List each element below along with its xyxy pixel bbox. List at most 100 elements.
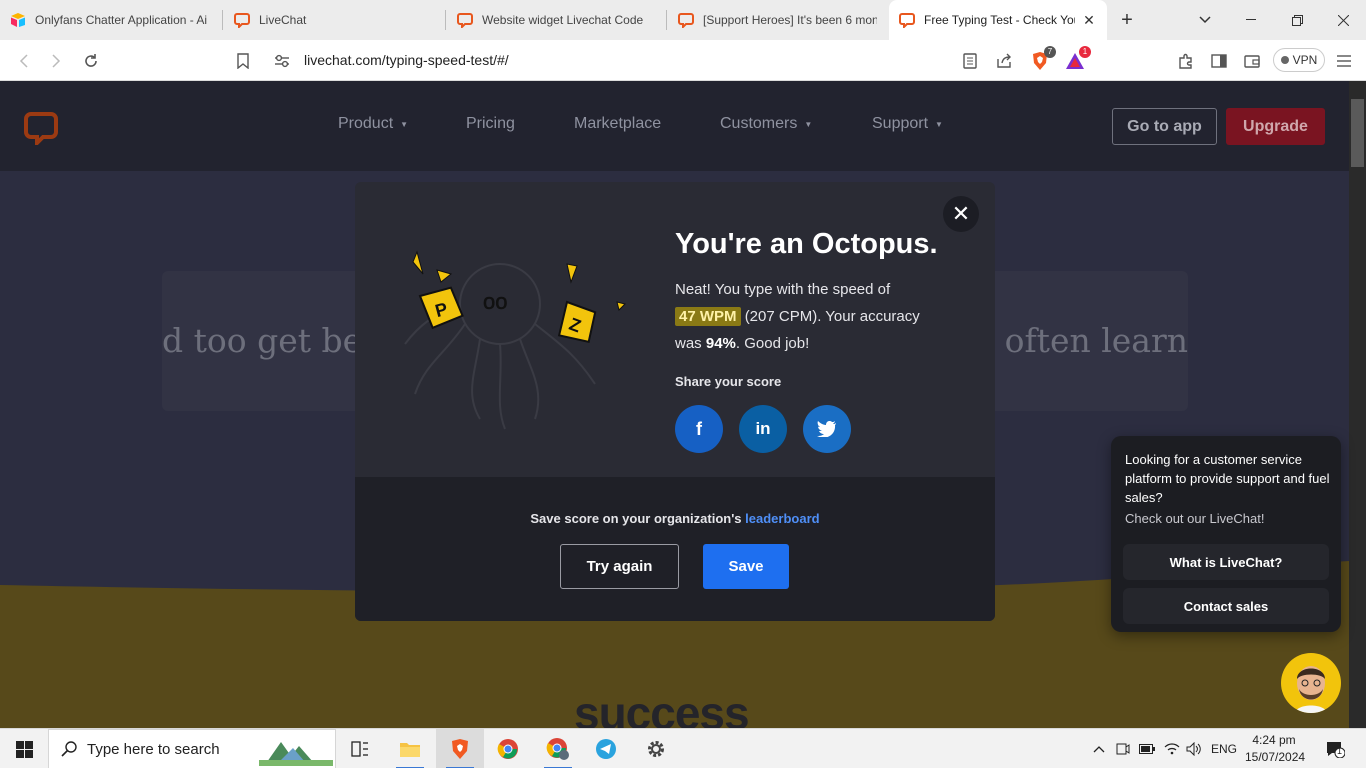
nav-label: Marketplace <box>574 115 662 132</box>
taskbar-search-box[interactable]: Type here to search <box>48 729 336 768</box>
language-indicator[interactable]: ENG <box>1208 729 1240 768</box>
meet-now-icon[interactable] <box>1113 729 1133 768</box>
extensions-icon[interactable] <box>1175 50 1197 72</box>
twitter-icon <box>817 421 836 437</box>
vpn-label: VPN <box>1292 53 1318 67</box>
bookmark-icon[interactable] <box>232 50 254 72</box>
leaderboard-link[interactable]: leaderboard <box>745 511 819 526</box>
accuracy-value: 94% <box>705 335 736 352</box>
nav-customers[interactable]: Customers ▼ <box>720 115 812 133</box>
share-score-label: Share your score <box>675 374 782 389</box>
reader-mode-icon[interactable] <box>959 50 981 72</box>
save-score-text: Save score on your organization's leader… <box>355 511 995 526</box>
brave-rewards-icon[interactable]: 1 <box>1064 46 1091 72</box>
save-prefix: Save score on your organization's <box>530 511 742 526</box>
chrome-icon[interactable] <box>484 729 532 768</box>
tab-typing-test-active[interactable]: Free Typing Test - Check You ✕ <box>889 0 1107 40</box>
try-again-button[interactable]: Try again <box>560 544 679 589</box>
task-view-icon[interactable] <box>336 729 384 768</box>
restore-icon[interactable] <box>1287 10 1307 30</box>
livechat-logo-icon[interactable] <box>24 111 58 145</box>
site-header: Product ▼ Pricing Marketplace Customers … <box>0 81 1349 171</box>
page-scrollbar[interactable] <box>1349 81 1366 728</box>
tab-separator <box>222 10 223 30</box>
livechat-icon <box>678 13 694 28</box>
brave-shields-icon[interactable]: 7 <box>1029 46 1056 72</box>
share-icon[interactable] <box>993 50 1015 72</box>
what-is-livechat-button[interactable]: What is LiveChat? <box>1123 544 1329 580</box>
caret-down-icon: ▼ <box>400 119 409 129</box>
nav-label: Pricing <box>466 115 515 132</box>
back-icon[interactable] <box>12 50 34 72</box>
reload-icon[interactable] <box>80 50 102 72</box>
battery-icon[interactable] <box>1137 729 1157 768</box>
nav-label: Support <box>872 115 929 132</box>
twitter-share-button[interactable] <box>803 405 851 453</box>
chrome-profile-icon[interactable] <box>534 729 582 768</box>
close-window-icon[interactable] <box>1333 10 1353 30</box>
site-settings-icon[interactable] <box>271 50 293 72</box>
upgrade-button[interactable]: Upgrade <box>1226 108 1325 145</box>
close-tab-icon[interactable]: ✕ <box>1081 12 1097 28</box>
minimize-icon[interactable] <box>1241 10 1261 30</box>
shields-count-badge: 7 <box>1044 46 1056 58</box>
nav-label: Customers <box>720 115 798 132</box>
linkedin-icon: in <box>755 419 771 438</box>
notification-center-icon[interactable]: 1 <box>1320 729 1350 768</box>
nav-product[interactable]: Product ▼ <box>338 115 408 133</box>
brave-browser-icon[interactable] <box>436 729 484 768</box>
facebook-icon: f <box>696 418 702 439</box>
search-highlight-illustration-icon <box>259 742 333 766</box>
tab-separator <box>445 10 446 30</box>
rewards-count-badge: 1 <box>1079 46 1091 58</box>
hamburger-menu-icon[interactable] <box>1333 50 1355 72</box>
cpm-text: (207 CPM). Your accuracy <box>744 308 920 325</box>
tab-airtable[interactable]: Onlyfans Chatter Application - Ai <box>0 0 222 40</box>
file-explorer-icon[interactable] <box>386 729 434 768</box>
facebook-share-button[interactable]: f <box>675 405 723 453</box>
nav-pricing[interactable]: Pricing <box>466 115 515 133</box>
save-button[interactable]: Save <box>703 544 789 589</box>
caret-down-icon: ▼ <box>935 119 943 129</box>
scrollbar-thumb[interactable] <box>1351 99 1364 167</box>
new-tab-plus-icon[interactable]: + <box>1117 9 1137 31</box>
contact-sales-button[interactable]: Contact sales <box>1123 588 1329 624</box>
close-modal-icon[interactable]: ✕ <box>943 196 979 232</box>
tab-title: Onlyfans Chatter Application - Ai <box>35 13 208 27</box>
wifi-icon[interactable] <box>1161 729 1183 768</box>
tab-title: LiveChat <box>259 13 307 27</box>
telegram-icon[interactable] <box>582 729 630 768</box>
caret-down-icon: ▼ <box>804 119 813 129</box>
browser-toolbar: livechat.com/typing-speed-test/#/ 7 1 VP… <box>0 40 1366 81</box>
livechat-icon <box>899 13 915 28</box>
settings-gear-icon[interactable] <box>632 729 680 768</box>
result-text-after: . Good job! <box>735 335 810 352</box>
sidebar-icon[interactable] <box>1208 50 1230 72</box>
taskbar-clock[interactable]: 4:24 pm 15/07/2024 <box>1245 732 1305 766</box>
wallet-icon[interactable] <box>1241 50 1263 72</box>
volume-icon[interactable] <box>1184 729 1204 768</box>
vpn-button[interactable]: VPN <box>1273 48 1325 72</box>
nav-marketplace[interactable]: Marketplace <box>574 115 661 133</box>
linkedin-share-button[interactable]: in <box>739 405 787 453</box>
forward-icon[interactable] <box>45 50 67 72</box>
nav-label: Product <box>338 115 394 132</box>
result-text-before: Neat! You type with the speed of <box>675 281 891 298</box>
result-title: You're an Octopus. <box>675 228 938 260</box>
chat-message: Looking for a customer service platform … <box>1125 452 1330 505</box>
browser-tab-strip: Onlyfans Chatter Application - Ai LiveCh… <box>0 0 1366 40</box>
result-modal: ✕ oo P Z You're an Octopus. Neat! You ty… <box>355 182 995 621</box>
livechat-icon <box>457 13 473 28</box>
chat-subtext: Check out our LiveChat! <box>1125 511 1265 526</box>
chat-agent-avatar[interactable] <box>1281 653 1341 713</box>
tray-chevron-up-icon[interactable] <box>1089 729 1109 768</box>
tab-search-chevron-icon[interactable] <box>1195 10 1215 30</box>
nav-support[interactable]: Support ▼ <box>872 115 943 133</box>
tab-support-heroes[interactable]: [Support Heroes] It's been 6 mon <box>668 0 887 40</box>
url-field[interactable]: livechat.com/typing-speed-test/#/ <box>304 52 509 68</box>
windows-start-icon[interactable] <box>0 729 48 768</box>
go-to-app-button[interactable]: Go to app <box>1112 108 1217 145</box>
tab-livechat[interactable]: LiveChat <box>224 0 445 40</box>
octopus-illustration-icon: oo P Z <box>404 250 626 430</box>
tab-website-widget[interactable]: Website widget Livechat Code <box>447 0 667 40</box>
